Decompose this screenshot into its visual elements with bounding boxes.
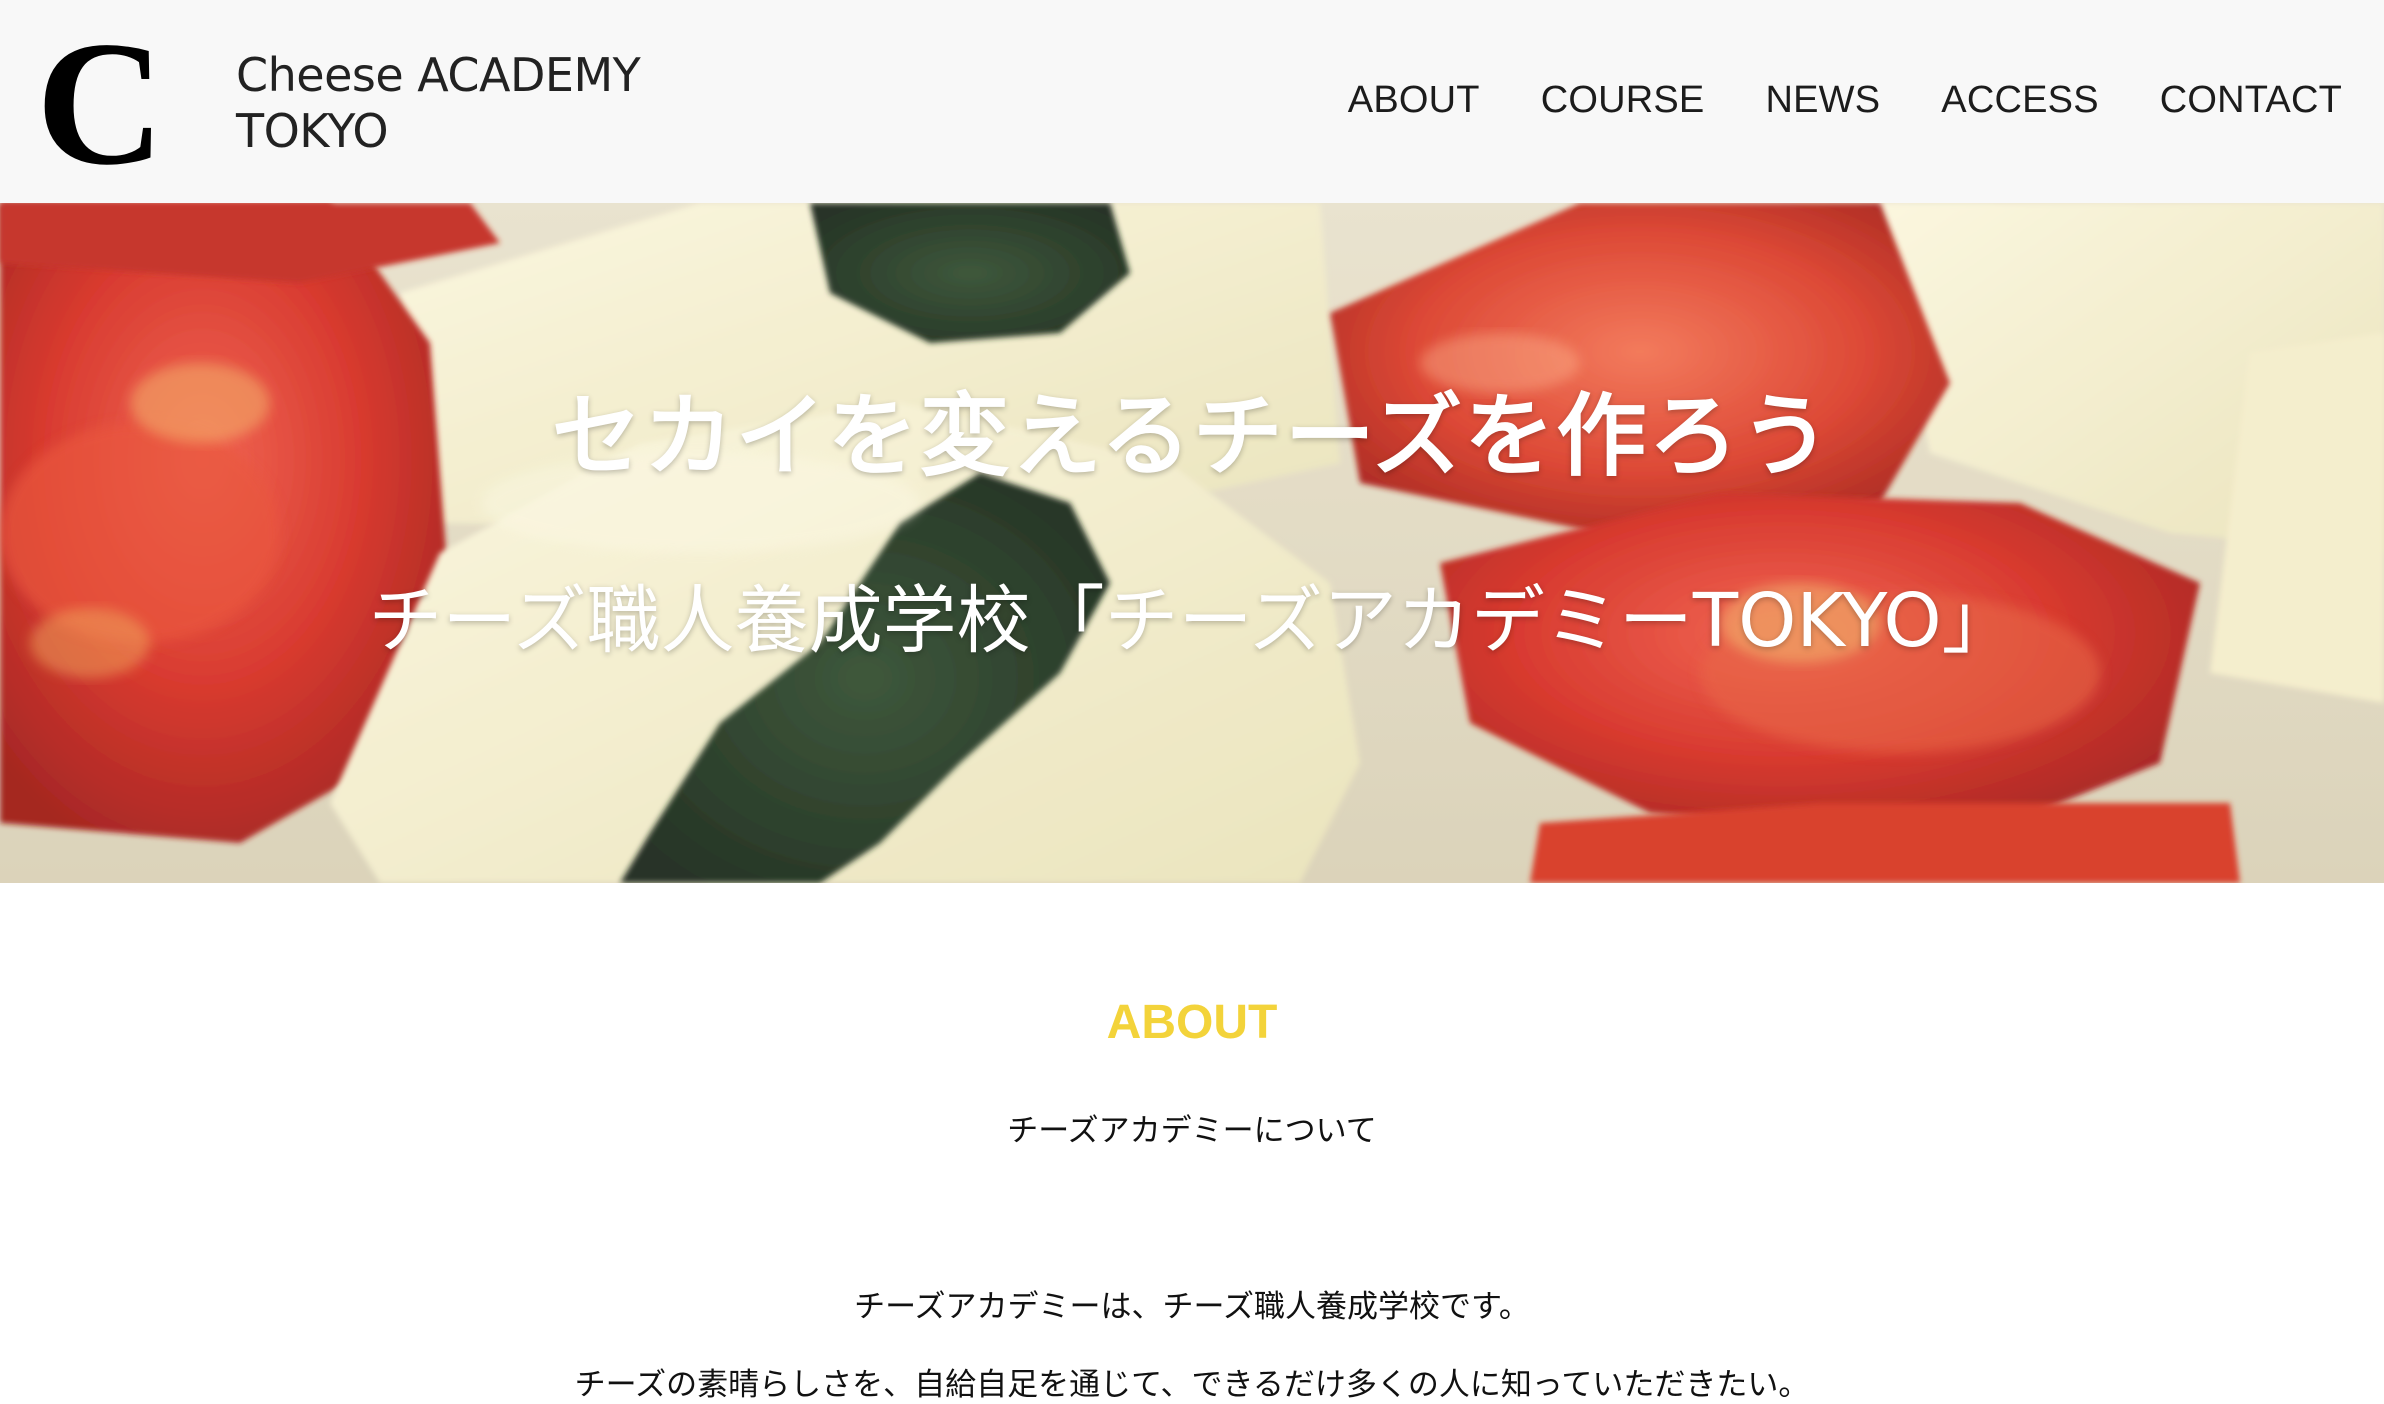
logo-text: Cheese ACADEMY TOKYO	[236, 47, 641, 159]
hero-banner: セカイを変えるチーズを作ろう チーズ職人養成学校「チーズアカデミーTOKYO」	[0, 203, 2384, 883]
hero-image	[0, 203, 2384, 883]
logo-mark: C	[36, 4, 165, 202]
hero-subtitle: チーズ職人養成学校「チーズアカデミーTOKYO」	[368, 578, 2016, 664]
about-section: ABOUT チーズアカデミーについて チーズアカデミーは、チーズ職人養成学校です…	[0, 883, 2384, 1403]
nav-news[interactable]: NEWS	[1765, 72, 1880, 128]
site-logo[interactable]: C Cheese ACADEMY TOKYO	[36, 4, 641, 202]
hero-title: セカイを変えるチーズを作ろう	[551, 384, 1833, 489]
about-subheading: チーズアカデミーについて	[1007, 1113, 1377, 1149]
main-nav: ABOUT COURSE NEWS ACCESS CONTACT	[1287, 72, 2342, 128]
about-heading: ABOUT	[1106, 996, 1278, 1049]
logo-line-2: TOKYO	[236, 104, 389, 158]
nav-contact[interactable]: CONTACT	[2160, 72, 2342, 128]
about-paragraph-1: チーズアカデミーは、チーズ職人養成学校です。	[854, 1289, 1530, 1325]
nav-about[interactable]: ABOUT	[1348, 72, 1480, 128]
about-paragraph-2: チーズの素晴らしさを、自給自足を通じて、できるだけ多くの人に知っていただきたい。	[574, 1367, 1810, 1403]
nav-course[interactable]: COURSE	[1541, 72, 1705, 128]
nav-access[interactable]: ACCESS	[1941, 72, 2098, 128]
site-header: C Cheese ACADEMY TOKYO ABOUT COURSE NEWS…	[0, 0, 2384, 203]
logo-line-1: Cheese ACADEMY	[236, 48, 641, 102]
